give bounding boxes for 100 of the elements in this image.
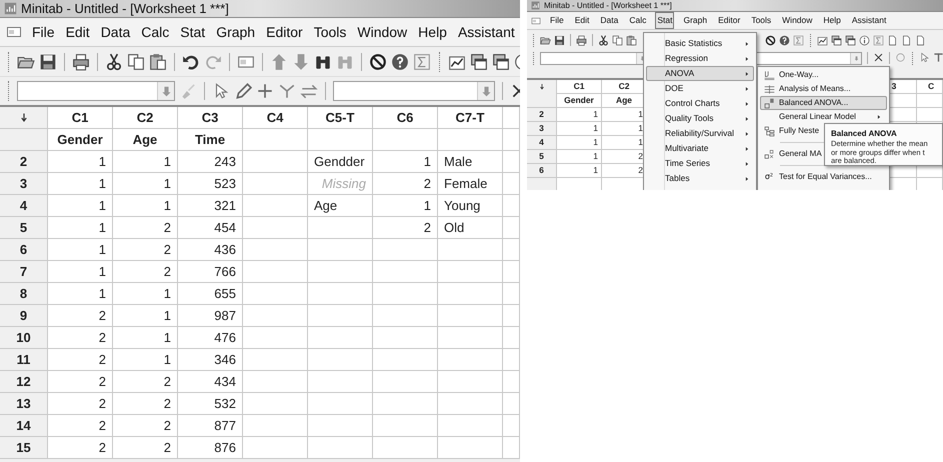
menu-item[interactable]: Reliability/Survival [646, 126, 754, 141]
table-cell [503, 173, 520, 195]
menu-item[interactable]: File [31, 22, 56, 42]
window-title: Minitab - Untitled - [Worksheet 1 ***] [544, 0, 672, 12]
menu-item[interactable]: Window [780, 12, 814, 29]
table-cell [917, 108, 943, 122]
sum-icon[interactable] [793, 34, 804, 46]
table-cell: 1 [113, 195, 178, 217]
cut-icon[interactable] [105, 52, 123, 70]
menu-item[interactable]: One-Way... [760, 68, 887, 82]
table-cell: 1 [113, 327, 178, 349]
menu-item[interactable]: Control Charts [646, 96, 754, 111]
column-name: Age [113, 129, 178, 151]
menu-item[interactable]: Tools [749, 12, 774, 29]
cut-icon[interactable] [598, 34, 609, 46]
menu-item[interactable]: Quality Tools [646, 111, 754, 126]
menu-item[interactable]: Tools [312, 22, 348, 42]
copy-icon[interactable] [612, 34, 623, 46]
copy-icon[interactable] [127, 52, 145, 70]
sum-icon[interactable] [873, 34, 884, 46]
print-icon[interactable] [72, 52, 90, 70]
menu-item[interactable]: Help [417, 22, 448, 42]
sum-icon[interactable] [413, 52, 431, 70]
down-arrow-icon[interactable] [538, 83, 546, 91]
chart-icon[interactable] [817, 34, 828, 46]
menu-item[interactable]: Stat [179, 22, 206, 42]
table-cell: 1 [557, 164, 602, 178]
windows-icon[interactable] [831, 34, 842, 46]
row-number: 2 [0, 151, 48, 173]
menu-item[interactable]: Editor [265, 22, 304, 42]
menu-item[interactable]: Tables [646, 171, 754, 186]
document-icon[interactable] [915, 34, 926, 46]
paste-icon[interactable] [626, 34, 637, 46]
cancel-icon[interactable] [765, 34, 776, 46]
document-icon[interactable] [887, 34, 898, 46]
menu-item[interactable]: Window [356, 22, 408, 42]
help-icon[interactable] [391, 52, 409, 70]
text-tool-icon[interactable] [933, 52, 943, 63]
combo-box[interactable] [17, 81, 175, 101]
menu-item[interactable]: Multivariate [646, 141, 754, 156]
menu-item[interactable]: Editor [716, 12, 742, 29]
pen-icon[interactable] [234, 82, 252, 100]
menu-item[interactable]: Edit [572, 12, 592, 29]
menu-item[interactable]: Calc [627, 12, 648, 29]
menu-item[interactable]: Edit [64, 22, 91, 42]
menu-item[interactable]: Time Series [646, 156, 754, 171]
menu-item[interactable]: Help [821, 12, 843, 29]
combo-box[interactable] [333, 81, 495, 101]
windows-icon[interactable] [470, 52, 488, 70]
menu-icon[interactable] [6, 24, 22, 40]
menu-item[interactable]: Graph [215, 22, 256, 42]
menu-item[interactable]: Data [598, 12, 620, 29]
document-icon[interactable] [901, 34, 912, 46]
table-cell: 321 [178, 195, 243, 217]
paste-icon[interactable] [149, 52, 167, 70]
menu-item[interactable]: Assistant [850, 12, 888, 29]
row-number: 7 [0, 261, 48, 283]
menu-item[interactable]: Regression [646, 51, 754, 66]
swap-icon[interactable] [300, 82, 318, 100]
table-cell [243, 305, 308, 327]
windows-icon[interactable] [845, 34, 856, 46]
menu-item[interactable]: Assistant [456, 22, 516, 42]
menu-item[interactable]: σ² Test for Equal Variances... [760, 170, 887, 184]
close-icon[interactable] [873, 52, 884, 63]
menu-item[interactable]: ANOVA [646, 66, 754, 81]
table-cell [503, 327, 520, 349]
windows-icon[interactable] [492, 52, 510, 70]
menu-item[interactable]: Stat [655, 12, 674, 29]
row-number: 12 [0, 371, 48, 393]
table-cell: 1 [113, 305, 178, 327]
help-icon[interactable] [779, 34, 790, 46]
menu-item[interactable]: File [548, 12, 566, 29]
open-folder-icon[interactable] [540, 34, 551, 46]
funnel-icon[interactable] [278, 82, 296, 100]
menu-item[interactable]: Data [100, 22, 132, 42]
menu-item[interactable]: General Linear Model [760, 110, 887, 124]
table-cell: 2 [48, 415, 113, 437]
save-icon[interactable] [39, 52, 57, 70]
column-header: C3 [178, 107, 243, 129]
column-name: Gender [48, 129, 113, 151]
cancel-icon[interactable] [369, 52, 387, 70]
save-icon[interactable] [554, 34, 565, 46]
pointer-icon[interactable] [919, 52, 930, 63]
table-cell: 2 [48, 371, 113, 393]
table-cell: Old [438, 217, 503, 239]
print-icon[interactable] [576, 34, 587, 46]
menu-icon[interactable] [531, 16, 541, 26]
menu-item[interactable]: Calc [140, 22, 170, 42]
table-cell [308, 393, 373, 415]
plus-icon[interactable] [256, 82, 274, 100]
menu-item[interactable]: DOE [646, 81, 754, 96]
table-cell [243, 239, 308, 261]
info-icon[interactable] [859, 34, 870, 46]
table-cell: 532 [178, 393, 243, 415]
column-header: C4 [243, 107, 308, 129]
table-cell [503, 283, 520, 305]
menu-item[interactable]: Balanced ANOVA... [760, 96, 887, 110]
menu-item[interactable]: Graph [681, 12, 710, 29]
table-cell: 454 [178, 217, 243, 239]
menu-item[interactable]: Basic Statistics [646, 36, 754, 51]
